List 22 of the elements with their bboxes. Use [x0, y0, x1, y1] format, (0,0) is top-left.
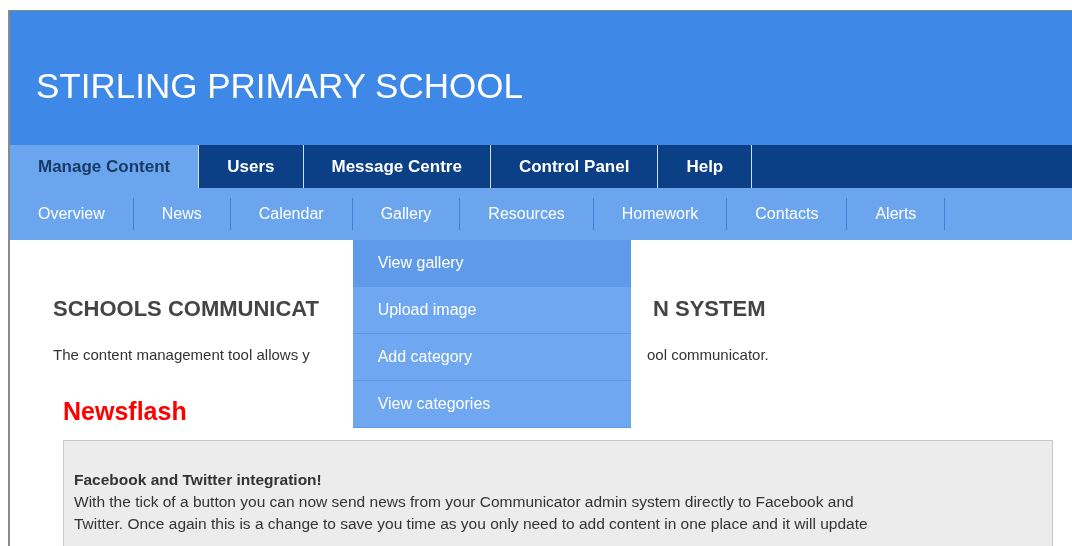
intro-text: ool communicator.: [647, 346, 769, 363]
sub-nav-link[interactable]: Alerts: [847, 205, 945, 223]
sub-nav-link[interactable]: Overview: [10, 205, 133, 223]
intro-text: The content management tool allows y: [53, 346, 311, 363]
news-item-text: With the tick of a button you can now send news from your Communicator admin system directly to Facebook and: [74, 493, 855, 511]
news-item-title: Facebook and Twitter integration!: [74, 471, 323, 489]
dropdown-item[interactable]: Add category: [352, 334, 631, 381]
page-heading: N SYSTEM: [653, 296, 766, 323]
sub-nav-link[interactable]: Homework: [593, 205, 727, 223]
school-title: STIRLING PRIMARY SCHOOL: [36, 65, 523, 106]
dropdown-item[interactable]: View gallery: [352, 240, 631, 287]
page-heading: SCHOOLS COMMUNICAT: [53, 296, 321, 323]
newsflash-title: Newsflash: [63, 397, 187, 426]
sub-nav-link[interactable]: Resources: [460, 205, 593, 223]
dropdown-item[interactable]: Upload image: [352, 287, 631, 334]
dropdown-item[interactable]: View categories: [352, 381, 631, 428]
sub-nav-link[interactable]: Gallery: [352, 205, 460, 223]
sub-nav-link[interactable]: Calendar: [230, 205, 352, 223]
sub-nav-link[interactable]: News: [133, 205, 230, 223]
main-tab[interactable]: Manage Content: [10, 145, 200, 188]
news-item-text: Twitter. Once again this is a change to save you time as you only need to add content in one place and it will update: [74, 515, 869, 533]
sub-nav-link[interactable]: Contacts: [727, 205, 847, 223]
